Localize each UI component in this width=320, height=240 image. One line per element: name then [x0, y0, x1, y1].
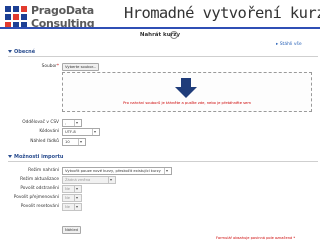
encoding-label: Kódování	[39, 129, 59, 134]
allow-reset-label: Povolit resetování	[20, 204, 59, 209]
drop-zone-text: Pro nahrání souborů je táhněte a pusťte …	[123, 101, 251, 105]
delimiter-value: ,	[65, 121, 67, 125]
allow-reset-value: Ne	[65, 205, 71, 209]
section-import-header[interactable]: Možnosti importu	[8, 154, 64, 160]
chevron-down-icon	[74, 186, 80, 192]
update-mode-value: Žádná změna	[65, 178, 91, 182]
allow-delete-label: Povolit odstranění	[20, 186, 59, 191]
allow-reset-select[interactable]: Ne	[62, 203, 82, 211]
encoding-select[interactable]: UTF-8	[62, 128, 100, 136]
allow-delete-select[interactable]: Ne	[62, 185, 82, 193]
update-mode-select[interactable]: Žádná změna	[62, 176, 116, 184]
file-drop-zone[interactable]: Pro nahrání souborů je táhněte a pusťte …	[62, 72, 312, 112]
chevron-down-icon	[108, 177, 114, 183]
expand-all-link[interactable]: ▸ Stáhli vše	[276, 42, 302, 47]
chevron-down-icon	[164, 168, 170, 174]
preview-rows-label: Náhled řádků	[30, 139, 59, 144]
required-mark: *	[56, 64, 59, 69]
encoding-value: UTF-8	[65, 130, 76, 134]
preview-button[interactable]: Náhled	[62, 226, 81, 234]
upload-mode-label: Režim nahrání	[28, 168, 59, 173]
allow-rename-label: Povolit přejmenování	[13, 195, 59, 200]
section-divider	[8, 56, 318, 57]
choose-file-button[interactable]: Vyberte soubor...	[62, 63, 100, 71]
chevron-down-icon	[74, 120, 80, 126]
help-icon[interactable]: ?	[170, 31, 178, 39]
delimiter-label: Oddělovač v CSV	[22, 120, 59, 125]
chevron-down-icon	[74, 195, 80, 201]
logo-text-line1: PragoData	[31, 4, 94, 17]
logo-mark-icon	[4, 5, 28, 29]
allow-rename-value: Ne	[65, 196, 71, 200]
file-label-text: Soubor	[41, 64, 57, 69]
preview-rows-select[interactable]: 10	[62, 138, 86, 146]
banner-divider	[0, 27, 320, 29]
collapse-icon	[8, 155, 12, 158]
allow-rename-select[interactable]: Ne	[62, 194, 82, 202]
section-general-header[interactable]: Obecné	[8, 49, 35, 55]
chevron-down-icon	[78, 139, 84, 145]
file-label: Soubor*	[14, 64, 59, 69]
section-import-title: Možnosti importu	[14, 154, 64, 160]
expand-all-label: Stáhli vše	[279, 42, 302, 47]
upload-arrow-icon	[175, 78, 197, 98]
section-general-title: Obecné	[14, 49, 36, 55]
chevron-down-icon	[74, 204, 80, 210]
page-title: Nahrát kurzy	[139, 32, 181, 38]
preview-rows-value: 10	[65, 140, 70, 144]
banner-title: Hromadné vytvoření kurzů	[124, 4, 320, 22]
upload-mode-select[interactable]: Vytvořit pouze nové kurzy, přeskočit exi…	[62, 167, 172, 175]
required-mark: *	[293, 236, 296, 240]
upload-mode-value: Vytvořit pouze nové kurzy, přeskočit exi…	[65, 169, 161, 173]
required-note-text: Formulář obsahuje povinná pole označená	[216, 236, 293, 240]
chevron-down-icon	[92, 129, 98, 135]
required-fields-note: Formulář obsahuje povinná pole označená …	[216, 236, 295, 240]
delimiter-select[interactable]: ,	[62, 119, 82, 127]
collapse-icon	[8, 50, 12, 53]
update-mode-label: Režim aktualizace	[20, 177, 59, 182]
section-divider	[8, 161, 318, 162]
allow-delete-value: Ne	[65, 187, 71, 191]
